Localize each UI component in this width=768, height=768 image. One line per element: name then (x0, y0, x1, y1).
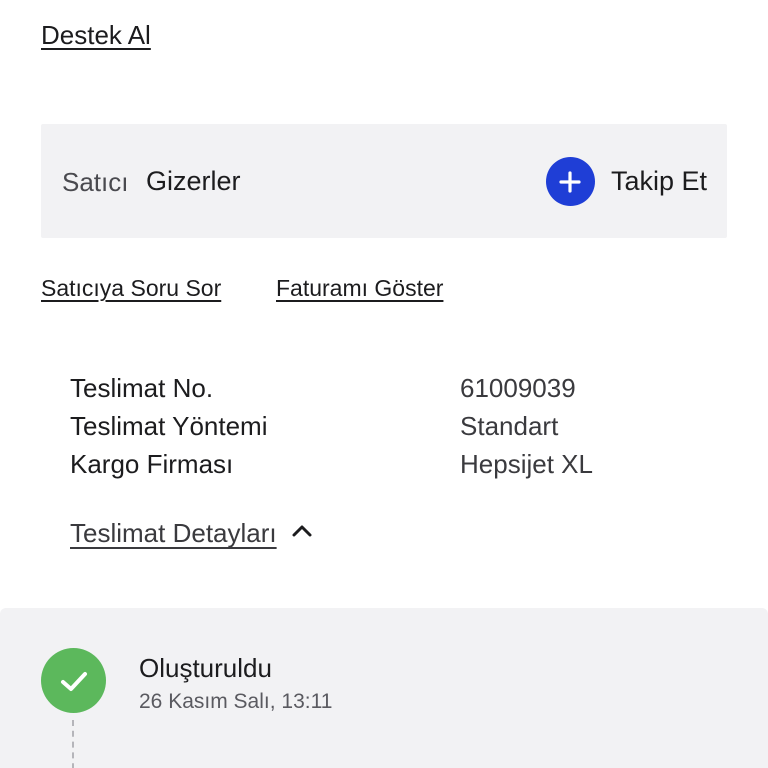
delivery-details-toggle[interactable]: Teslimat Detayları (70, 518, 313, 549)
follow-button[interactable]: Takip Et (545, 157, 707, 206)
status-date: 26 Kasım Salı, 13:11 (139, 690, 333, 713)
delivery-details-label: Teslimat Detayları (70, 518, 277, 548)
status-title: Oluşturuldu (139, 653, 272, 683)
ask-seller-link[interactable]: Satıcıya Soru Sor (41, 275, 221, 302)
plus-icon (545, 157, 595, 206)
delivery-number-label: Teslimat No. (70, 373, 214, 403)
delivery-method-value: Standart (460, 411, 559, 441)
delivery-row-number: Teslimat No. 61009039 (70, 373, 690, 411)
delivery-row-method: Teslimat Yöntemi Standart (70, 411, 690, 449)
follow-label: Takip Et (610, 166, 707, 196)
chevron-up-icon (291, 523, 313, 544)
delivery-info-table: Teslimat No. 61009039 Teslimat Yöntemi S… (70, 373, 690, 487)
support-link[interactable]: Destek Al (41, 20, 151, 51)
timeline-connector (72, 720, 74, 768)
seller-name[interactable]: Gizerler (146, 166, 241, 197)
check-icon (41, 648, 106, 713)
carrier-value: Hepsijet XL (460, 449, 593, 479)
show-invoice-link[interactable]: Faturamı Göster (276, 275, 443, 302)
carrier-label: Kargo Firması (70, 449, 234, 479)
seller-card: Satıcı Gizerler Takip Et (41, 124, 727, 238)
order-detail-page: Destek Al Satıcı Gizerler Takip Et Satıc… (0, 0, 768, 768)
delivery-row-carrier: Kargo Firması Hepsijet XL (70, 449, 690, 487)
delivery-number-value: 61009039 (460, 373, 576, 403)
order-timeline: Oluşturuldu 26 Kasım Salı, 13:11 (0, 608, 768, 768)
delivery-method-label: Teslimat Yöntemi (70, 411, 268, 441)
seller-label: Satıcı (62, 167, 129, 197)
